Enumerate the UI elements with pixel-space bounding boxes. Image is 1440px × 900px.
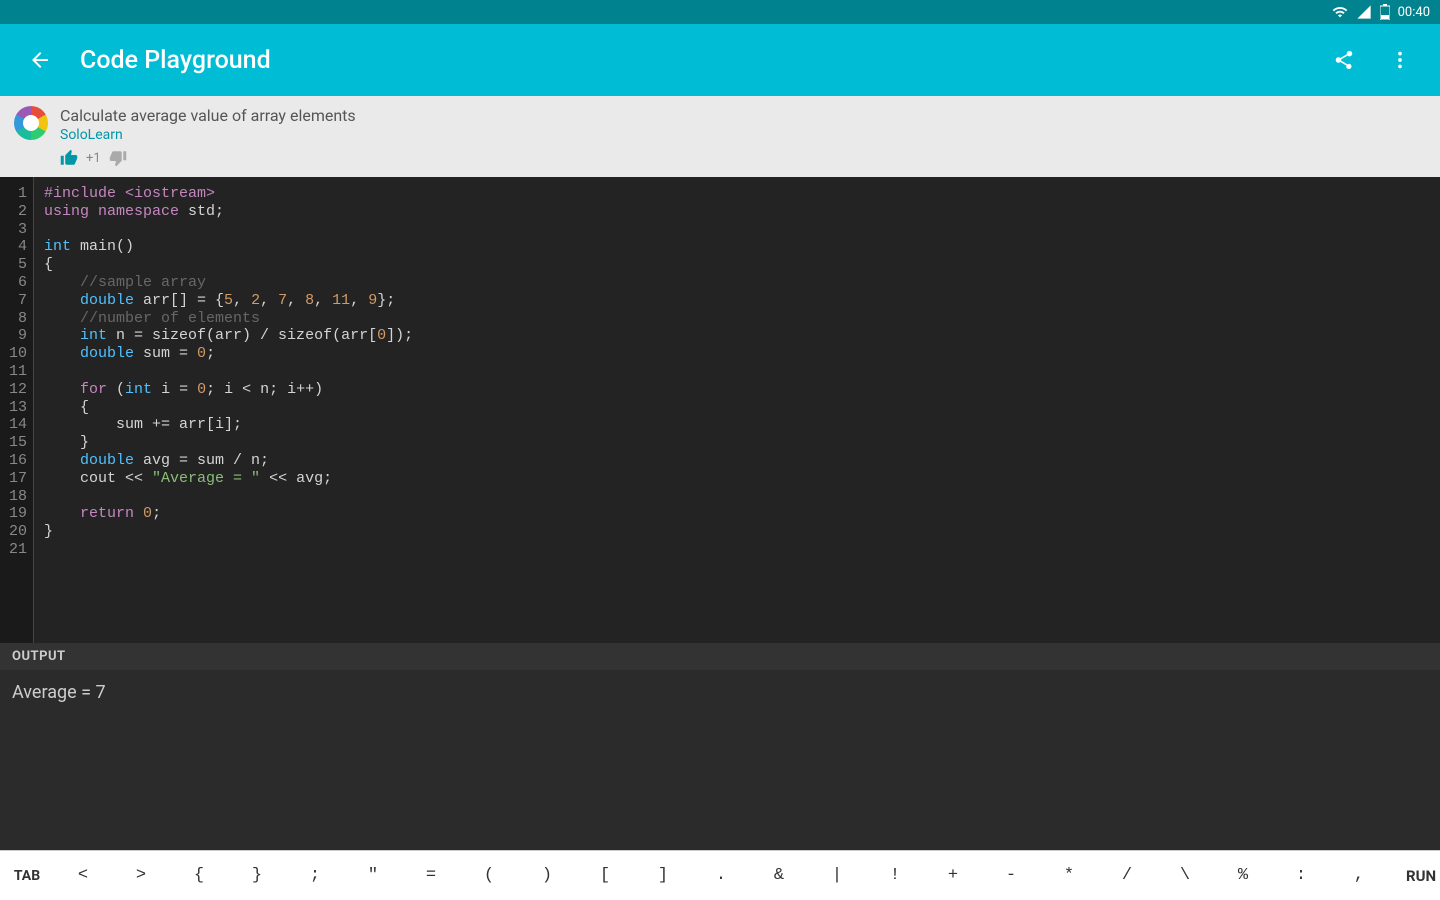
symbol-key[interactable]: |	[808, 866, 866, 885]
code-title: Calculate average value of array element…	[60, 106, 356, 125]
symbol-key[interactable]: ;	[286, 866, 344, 885]
author-link[interactable]: SoloLearn	[60, 127, 356, 143]
symbol-key[interactable]: %	[1214, 866, 1272, 885]
symbol-key[interactable]: -	[982, 866, 1040, 885]
symbol-key[interactable]: )	[518, 866, 576, 885]
app-bar: Code Playground	[0, 24, 1440, 96]
symbol-key[interactable]: (	[460, 866, 518, 885]
symbol-key[interactable]: ]	[634, 866, 692, 885]
thumb-up-icon[interactable]	[60, 149, 78, 167]
code-content[interactable]: #include <iostream>using namespace std; …	[34, 177, 423, 643]
symbol-key[interactable]: ,	[1330, 866, 1388, 885]
tab-key[interactable]: TAB	[0, 868, 54, 884]
share-button[interactable]	[1320, 36, 1368, 84]
back-button[interactable]	[16, 36, 64, 84]
thumb-down-icon[interactable]	[109, 149, 127, 167]
symbol-key[interactable]: .	[692, 866, 750, 885]
symbol-key[interactable]: {	[170, 866, 228, 885]
code-editor[interactable]: 123456789101112131415161718192021 #inclu…	[0, 177, 1440, 643]
symbol-key[interactable]: >	[112, 866, 170, 885]
run-button[interactable]: RUN	[1388, 867, 1440, 885]
battery-icon	[1380, 4, 1390, 20]
author-avatar[interactable]	[14, 106, 48, 140]
symbol-key[interactable]: !	[866, 866, 924, 885]
status-bar: 00:40	[0, 0, 1440, 24]
symbol-key[interactable]: *	[1040, 866, 1098, 885]
symbol-key[interactable]: +	[924, 866, 982, 885]
app-actions	[1320, 36, 1424, 84]
code-info-bar: Calculate average value of array element…	[0, 96, 1440, 177]
wifi-icon	[1332, 4, 1348, 20]
vote-controls: +1	[60, 149, 356, 167]
signal-icon	[1356, 4, 1372, 20]
symbol-key[interactable]: =	[402, 866, 460, 885]
arrow-back-icon	[28, 48, 52, 72]
symbol-key[interactable]: }	[228, 866, 286, 885]
symbol-key[interactable]: <	[54, 866, 112, 885]
status-time: 00:40	[1398, 5, 1430, 20]
output-header[interactable]: OUTPUT	[0, 643, 1440, 670]
symbol-key[interactable]: "	[344, 866, 402, 885]
symbol-key[interactable]: \	[1156, 866, 1214, 885]
run-label: RUN	[1406, 867, 1436, 885]
more-button[interactable]	[1376, 36, 1424, 84]
more-vert-icon	[1389, 49, 1411, 71]
page-title: Code Playground	[80, 46, 1320, 75]
share-icon	[1333, 49, 1355, 71]
symbol-key[interactable]: &	[750, 866, 808, 885]
vote-count: +1	[86, 151, 101, 166]
symbol-toolbar: TAB <>{};"=()[].&|!+-*/\%:, RUN	[0, 850, 1440, 900]
output-panel: Average = 7	[0, 670, 1440, 850]
symbol-key[interactable]: /	[1098, 866, 1156, 885]
line-gutter: 123456789101112131415161718192021	[0, 177, 34, 643]
symbol-key[interactable]: [	[576, 866, 634, 885]
symbol-key[interactable]: :	[1272, 866, 1330, 885]
